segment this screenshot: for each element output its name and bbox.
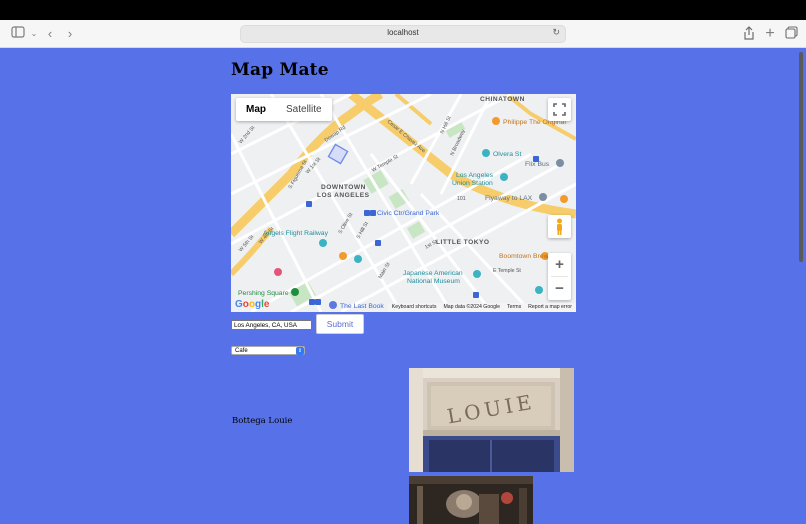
terms-link[interactable]: Terms	[507, 303, 521, 312]
chevron-down-icon[interactable]: ⌄	[26, 26, 42, 42]
fullscreen-icon	[553, 103, 566, 116]
url-text: localhost	[387, 28, 419, 37]
map-label-jana-2: National Museum	[407, 278, 460, 285]
map-type-satellite-button[interactable]: Satellite	[276, 98, 332, 121]
map-label-flyaway: Flyaway to LAX	[485, 195, 533, 202]
map-data-attribution: Map data ©2024 Google	[443, 304, 501, 310]
zoom-out-button[interactable]: −	[548, 277, 571, 300]
result-photo: LOUIE	[409, 368, 574, 472]
address-bar[interactable]: localhost ↻	[240, 25, 566, 43]
map-label-jana-1: Japanese American	[403, 270, 463, 277]
sidebar-toggle-icon[interactable]	[10, 26, 26, 42]
category-select[interactable]: Cafe ⇕	[231, 346, 305, 355]
map-label-flixbus: Flix Bus	[525, 161, 550, 168]
browser-toolbar: ⌄ ‹ › localhost ↻ +	[0, 20, 806, 48]
google-logo: Google	[235, 299, 270, 310]
map-label-downtown: DOWNTOWN	[321, 184, 366, 191]
map-label-downtown-2: LOS ANGELES	[317, 192, 370, 199]
map-footer: Keyboard shortcuts Map data ©2024 Google…	[387, 303, 576, 312]
map-type-control: Map Satellite	[236, 98, 332, 121]
forward-icon[interactable]: ›	[62, 26, 78, 42]
category-select-value: Cafe	[235, 348, 248, 354]
map-label-little-tokyo: LITTLE TOKYO	[436, 239, 490, 246]
map-label-olvera: Olvera St	[493, 151, 521, 158]
fullscreen-button[interactable]	[548, 98, 571, 121]
result-photo-second	[409, 476, 533, 524]
street-view-pegman-button[interactable]	[548, 215, 571, 238]
map-label-chinatown: CHINATOWN	[480, 96, 525, 103]
map-label-lastbook: The Last Book	[340, 303, 384, 310]
map-label-101: 101	[457, 196, 466, 202]
share-icon[interactable]	[741, 26, 757, 42]
page-title: Map Mate	[231, 60, 329, 80]
map-label-pershing: Pershing Square	[238, 290, 289, 297]
submit-button[interactable]: Submit	[316, 314, 364, 334]
select-arrows-icon: ⇕	[296, 347, 304, 355]
pegman-icon	[557, 218, 562, 235]
keyboard-shortcuts-link[interactable]: Keyboard shortcuts	[392, 303, 437, 312]
map-label-union-2: Union Station	[452, 180, 493, 187]
zoom-in-button[interactable]: +	[548, 253, 571, 276]
new-tab-icon[interactable]: +	[762, 26, 778, 42]
zoom-control: + −	[548, 253, 571, 300]
result-name: Bottega Louie	[232, 416, 293, 426]
tab-overview-icon[interactable]	[783, 26, 799, 42]
report-error-link[interactable]: Report a map error	[528, 303, 572, 312]
map-label-angels: Angels Flight Railway	[263, 230, 329, 237]
map-label-union-1: Los Angeles	[456, 172, 494, 179]
map-label-civic: Civic Ctr/Grand Park	[377, 210, 440, 217]
map-type-map-button[interactable]: Map	[236, 98, 276, 121]
back-icon[interactable]: ‹	[42, 26, 58, 42]
location-input[interactable]: Los Angeles, CA, USA	[231, 320, 312, 330]
map-view[interactable]: W Temple St 1st St Main St N Hill St N B…	[231, 94, 576, 312]
reload-icon[interactable]: ↻	[552, 27, 560, 38]
os-menu-bar	[0, 0, 806, 20]
map-label-etemple: E Temple St	[493, 268, 521, 274]
page-scrollbar[interactable]	[799, 52, 803, 262]
